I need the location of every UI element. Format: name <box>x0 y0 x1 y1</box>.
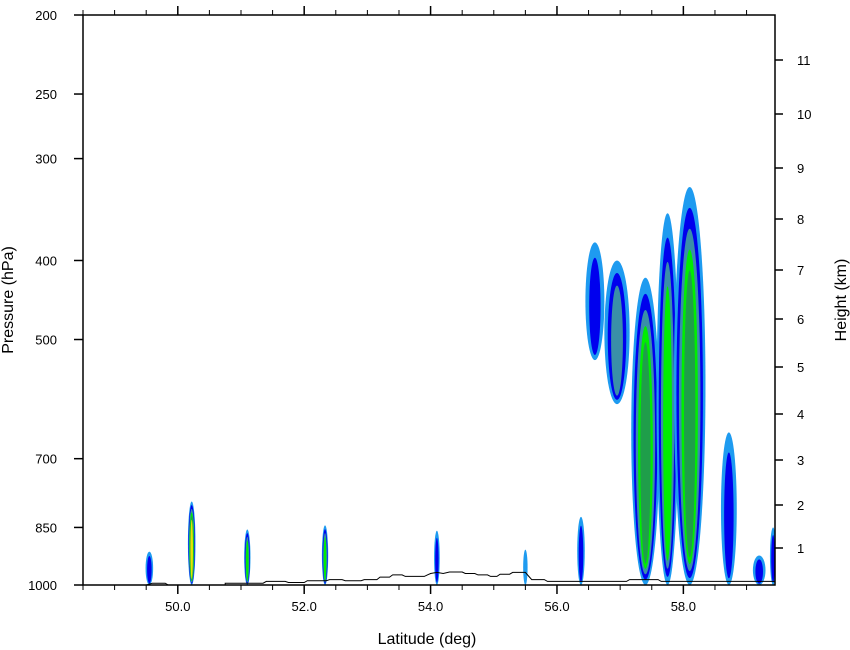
y-tick-label-3: 400 <box>35 253 57 268</box>
contour-cell-5-level-1 <box>523 549 528 585</box>
x-tick-label-1: 52.0 <box>292 599 317 614</box>
y2-tick-label-8: 9 <box>797 161 804 176</box>
contour-cell-8-level-3 <box>611 285 623 396</box>
y-tick-label-2: 300 <box>35 152 57 167</box>
contour-cell-7-level-2 <box>589 257 601 355</box>
y2-tick-label-1: 2 <box>797 498 804 513</box>
chart: 50.0 52.0 54.0 56.0 58.020025030040050070085… <box>0 0 850 650</box>
contour-cell-9-level-5 <box>640 342 651 564</box>
y-tick-label-4: 500 <box>35 333 57 348</box>
x-tick-label-3: 56.0 <box>544 599 569 614</box>
y2-axis-title: Height (km) <box>833 259 850 342</box>
y2-tick-label-6: 7 <box>797 263 804 278</box>
x-tick-label-4: 58.0 <box>671 599 696 614</box>
y2-tick-label-9: 10 <box>797 107 811 122</box>
y-tick-label-5: 700 <box>35 452 57 467</box>
y2-tick-label-7: 8 <box>797 212 804 227</box>
contour-cell-12-level-2 <box>724 452 734 579</box>
y-axis-title: Pressure (hPa) <box>0 246 17 354</box>
y-tick-label-7: 1000 <box>28 578 57 593</box>
contour-cell-11-level-5 <box>683 270 696 558</box>
y2-tick-label-4: 5 <box>797 360 804 375</box>
contour-cell-10-level-4 <box>663 286 672 561</box>
x-axis-title: Latitude (deg) <box>378 631 477 648</box>
y2-tick-label-10: 11 <box>797 53 811 68</box>
contour-cell-2-level-4 <box>246 540 249 582</box>
y2-tick-label-3: 4 <box>797 407 804 422</box>
contour-cell-4-level-2 <box>435 537 439 583</box>
y2-tick-label-0: 1 <box>797 541 804 556</box>
y2-tick-label-2: 3 <box>797 453 804 468</box>
x-tick-label-0: 50.0 <box>165 599 190 614</box>
y-tick-label-1: 250 <box>35 87 57 102</box>
x-tick-label-2: 54.0 <box>418 599 443 614</box>
contour-cell-3-level-4 <box>323 537 327 582</box>
y-tick-label-6: 850 <box>35 520 57 535</box>
contour-cell-0-level-2 <box>147 555 152 584</box>
contour-cell-6-level-2 <box>578 525 584 583</box>
contour-cell-13-level-2 <box>755 559 763 584</box>
y-tick-label-0: 200 <box>35 8 57 23</box>
y2-tick-label-5: 6 <box>797 312 804 327</box>
contour-cell-1-level-6 <box>190 519 193 579</box>
